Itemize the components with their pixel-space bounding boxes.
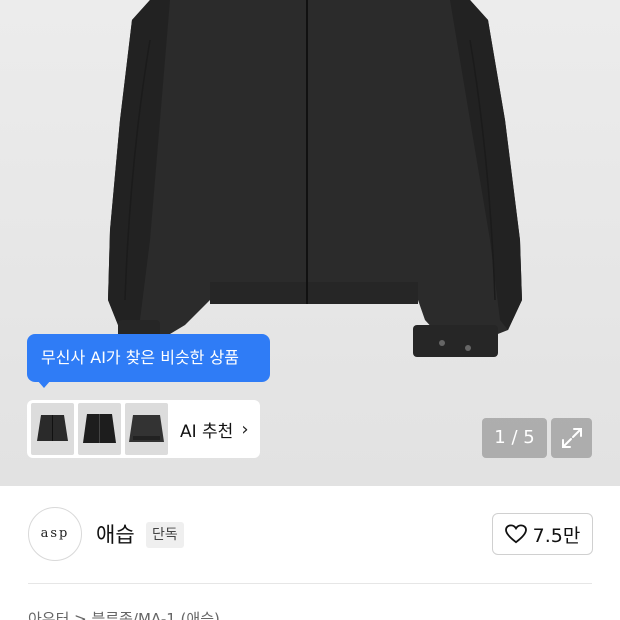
image-counter: 1 / 5	[482, 418, 547, 458]
product-image-gallery[interactable]: 무신사 AI가 찾은 비슷한 상품 AI 추천 › 1 / 5	[0, 0, 620, 486]
ai-recommend-tooltip-text: 무신사 AI가 찾은 비슷한 상품	[41, 348, 239, 367]
like-count: 7.5만	[532, 524, 581, 547]
brand-name[interactable]: 애습	[96, 519, 135, 549]
breadcrumb[interactable]: 아우터 > 블루종/MA-1 (애습)	[28, 608, 220, 620]
exclusive-badge: 단독	[146, 522, 184, 548]
divider	[28, 583, 592, 584]
ai-recommend-tooltip: 무신사 AI가 찾은 비슷한 상품	[27, 334, 270, 382]
ai-recommend-thumbnail	[125, 403, 168, 455]
ai-recommend-tooltip-tail	[37, 380, 51, 388]
expand-icon	[561, 428, 582, 448]
like-button[interactable]: 7.5만	[492, 513, 593, 555]
ai-recommend-thumbnail	[31, 403, 74, 455]
brand-logo[interactable]: asp	[28, 507, 82, 561]
expand-button[interactable]	[551, 418, 592, 458]
heart-icon	[504, 524, 527, 544]
ai-recommend-label: AI 추천	[180, 421, 234, 442]
ai-recommend-button[interactable]: AI 추천 ›	[27, 400, 260, 458]
ai-recommend-thumbnail	[78, 403, 121, 455]
chevron-right-icon: ›	[241, 418, 249, 440]
